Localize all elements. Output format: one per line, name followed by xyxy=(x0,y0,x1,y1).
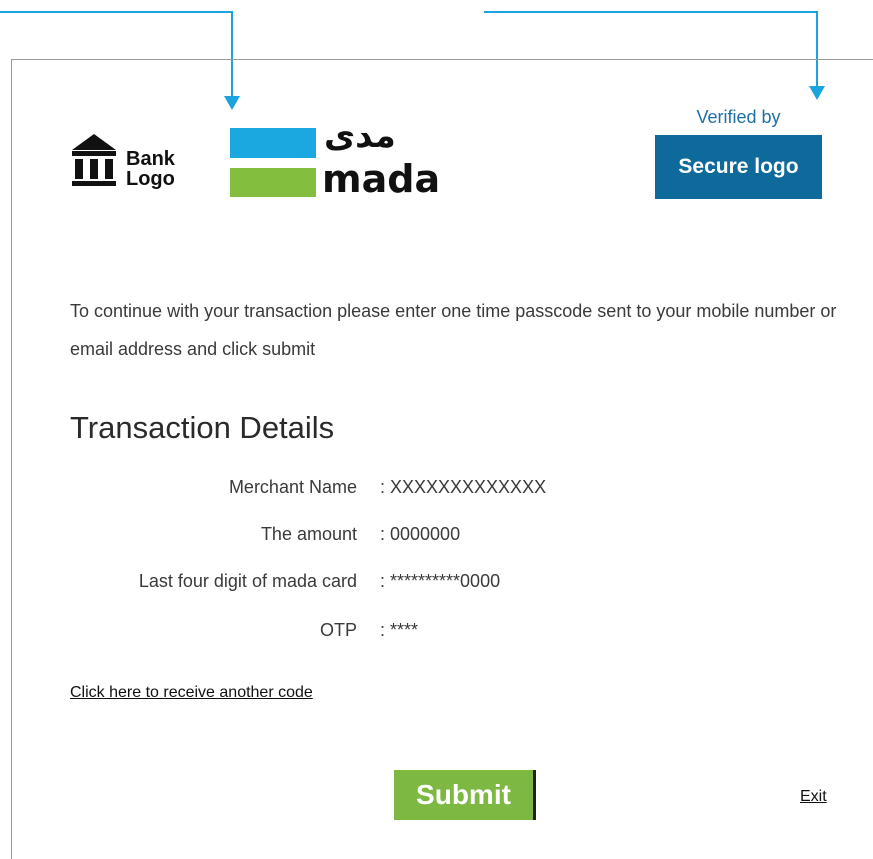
otp-input[interactable]: : **** xyxy=(380,620,418,641)
detail-label: Merchant Name xyxy=(228,477,357,497)
mada-blue-bar xyxy=(230,128,316,158)
detail-row-otp: OTP : **** xyxy=(70,620,770,646)
instructions-text: To continue with your transaction please… xyxy=(70,301,837,359)
detail-value: : **********0000 xyxy=(380,571,501,591)
detail-row-amount: The amount : 0000000 xyxy=(70,524,770,550)
transaction-details-title: Transaction Details xyxy=(70,410,335,445)
bank-logo-line2: Logo xyxy=(126,168,175,190)
detail-label: The amount xyxy=(260,524,357,544)
mada-green-bar xyxy=(230,168,316,197)
bank-building-icon xyxy=(72,134,116,186)
detail-value: : XXXXXXXXXXXXX xyxy=(380,477,547,497)
bank-logo-line1: Bank xyxy=(126,148,175,170)
detail-label: OTP xyxy=(319,620,357,640)
annotation-line-right-horizontal xyxy=(484,11,818,13)
verified-by-label: Verified by xyxy=(696,107,781,127)
detail-row-merchant: Merchant Name : XXXXXXXXXXXXX xyxy=(70,477,770,503)
resend-code-link[interactable]: Click here to receive another code xyxy=(70,684,313,702)
detail-row-card: Last four digit of mada card : *********… xyxy=(70,571,770,597)
submit-button[interactable]: Submit xyxy=(394,770,536,820)
secure-logo: Secure logo xyxy=(655,135,822,199)
bank-logo: Bank Logo xyxy=(70,130,175,189)
exit-link[interactable]: Exit xyxy=(800,788,827,806)
mada-english-text: mada xyxy=(322,157,441,201)
mada-logo: مدى mada xyxy=(230,116,445,201)
detail-label: Last four digit of mada card xyxy=(138,571,357,591)
annotation-line-left-horizontal xyxy=(0,11,233,13)
mada-arabic-text: مدى xyxy=(324,116,396,156)
detail-value: : 0000000 xyxy=(380,524,461,544)
